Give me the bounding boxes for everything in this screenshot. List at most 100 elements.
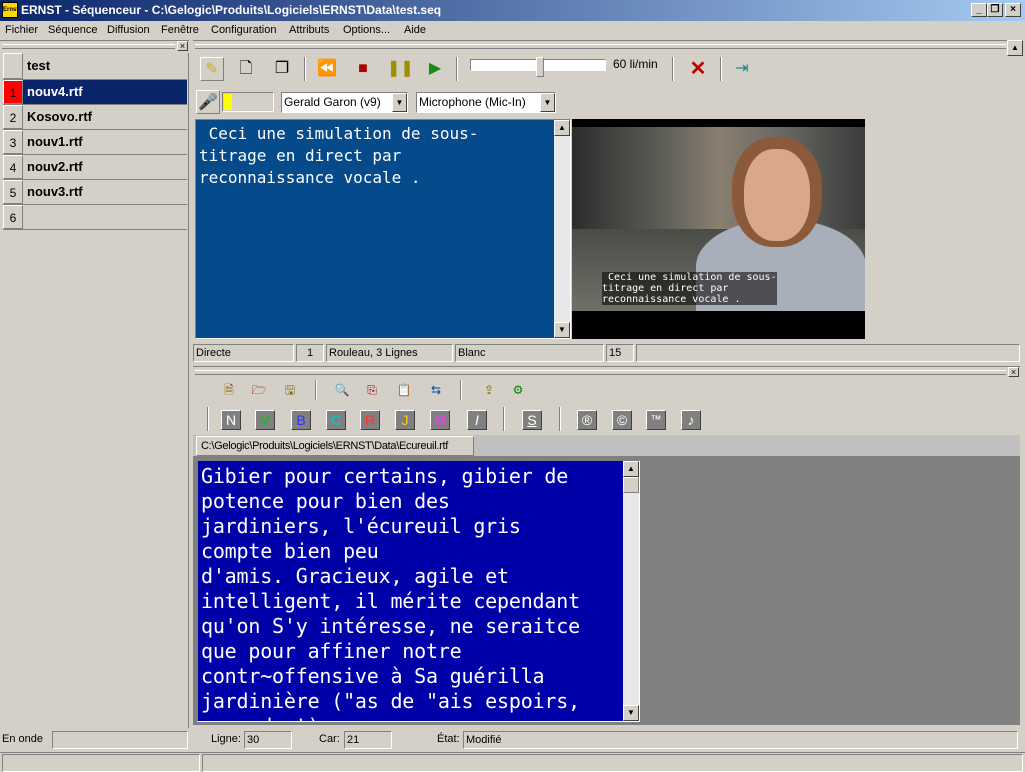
format-underline-button[interactable]: S <box>522 410 542 430</box>
pause-icon[interactable]: ❚❚ <box>387 57 414 81</box>
menu-attributs[interactable]: Attributs <box>289 24 329 36</box>
scroll-down-arrow[interactable]: ▼ <box>623 705 639 721</box>
format-yellow-button[interactable]: J <box>395 410 415 430</box>
caption-status-bar: Directe 1 Rouleau, 3 Lignes Blanc 15 <box>193 344 1020 362</box>
sequence-title: test <box>27 58 51 73</box>
format-green-button[interactable]: V <box>255 410 275 430</box>
caption-scrollbar[interactable]: ▲ ▼ <box>554 120 570 338</box>
lower-pane-header: × <box>193 366 1020 378</box>
format-magenta-button[interactable]: M <box>430 410 450 430</box>
list-item[interactable]: 2 Kosovo.rtf <box>3 105 187 130</box>
save-file-icon[interactable]: 🖫 <box>282 382 298 398</box>
close-icon[interactable]: × <box>1008 367 1019 377</box>
format-italic-button[interactable]: I <box>467 410 487 430</box>
editor-scrollbar[interactable]: ▲ ▼ <box>623 461 639 721</box>
copy-document-icon[interactable]: ❐ <box>270 57 294 81</box>
left-pane-header: × <box>0 40 189 52</box>
speed-label: 60 li/min <box>613 57 658 71</box>
registered-symbol-button[interactable]: ® <box>577 410 597 430</box>
sequence-header: test <box>3 53 187 80</box>
find-icon[interactable]: 🔍 <box>334 382 350 398</box>
new-document-icon[interactable]: 🗋 <box>234 57 258 81</box>
app-icon: Ernst <box>2 2 18 18</box>
chevron-down-icon[interactable]: ▼ <box>540 93 555 112</box>
menu-diffusion[interactable]: Diffusion <box>107 24 150 36</box>
count-status: 15 <box>606 344 634 362</box>
level-meter <box>222 92 274 112</box>
copy-icon[interactable]: ⎘ <box>364 382 380 398</box>
microphone-icon[interactable]: 🎤 <box>196 90 220 114</box>
trademark-symbol-button[interactable]: ™ <box>646 410 666 430</box>
editor-text: Gibier pour certains, gibier de potence … <box>201 464 580 721</box>
menu-options[interactable]: Options... <box>343 24 390 36</box>
sequence-list-pane: test 1 nouv4.rtf 2 Kosovo.rtf 3 nouv1.rt… <box>0 53 189 728</box>
state-value: Modifié <box>463 731 1018 749</box>
menu-fenetre[interactable]: Fenêtre <box>161 24 199 36</box>
caption-text-area[interactable]: Ceci une simulation de sous- titrage en … <box>195 119 571 339</box>
new-file-icon[interactable]: 🗎 <box>221 382 237 398</box>
format-red-button[interactable]: R <box>360 410 380 430</box>
close-icon[interactable]: × <box>177 41 188 51</box>
video-caption-overlay: Ceci une simulation de sous- titrage en … <box>602 272 777 305</box>
color-status: Blanc <box>455 344 604 362</box>
list-item[interactable]: 1 nouv4.rtf <box>3 80 187 105</box>
speaker-select[interactable]: Gerald Garon (v9) ▼ <box>281 92 408 113</box>
line-label: Ligne: <box>211 733 241 745</box>
menu-bar: Fichier Séquence Diffusion Fenêtre Confi… <box>0 21 1025 40</box>
menu-aide[interactable]: Aide <box>404 24 426 36</box>
menu-fichier[interactable]: Fichier <box>5 24 38 36</box>
restore-button[interactable]: ❐ <box>987 3 1003 17</box>
editor-text-area[interactable]: Gibier pour certains, gibier de potence … <box>197 460 640 722</box>
format-cyan-button[interactable]: C <box>326 410 346 430</box>
tab-ecureuil[interactable]: C:\Gelogic\Produits\Logiciels\ERNST\Data… <box>196 436 474 456</box>
input-select[interactable]: Microphone (Mic-In) ▼ <box>416 92 556 113</box>
scroll-up-arrow[interactable]: ▲ <box>623 461 639 477</box>
list-item[interactable]: 5 nouv3.rtf <box>3 180 187 205</box>
paste-icon[interactable]: 📋 <box>396 382 412 398</box>
scroll-up-arrow[interactable]: ▲ <box>554 120 570 136</box>
editor-container: Gibier pour certains, gibier de potence … <box>193 457 1020 725</box>
left-status-bar: En onde <box>0 730 189 750</box>
format-blue-button[interactable]: B <box>291 410 311 430</box>
play-icon[interactable]: ▶ <box>423 57 447 81</box>
cancel-icon[interactable]: ✕ <box>686 57 710 81</box>
chevron-down-icon[interactable]: ▼ <box>392 93 407 112</box>
format-normal-button[interactable]: N <box>221 410 241 430</box>
caption-text: Ceci une simulation de sous- titrage en … <box>199 124 479 187</box>
list-item[interactable]: 6 <box>3 205 187 230</box>
export-icon[interactable]: ⇪ <box>481 382 497 398</box>
minimize-button[interactable]: _ <box>971 3 987 17</box>
menu-configuration[interactable]: Configuration <box>211 24 276 36</box>
video-preview: Ceci une simulation de sous- titrage en … <box>572 119 865 339</box>
replace-icon[interactable]: ⇆ <box>428 382 444 398</box>
char-value: 21 <box>344 731 392 749</box>
settings-icon[interactable]: ⚙ <box>510 382 526 398</box>
on-air-status: En onde <box>2 733 43 745</box>
open-file-icon[interactable]: 🗁 <box>251 382 267 398</box>
close-button[interactable]: × <box>1005 3 1021 17</box>
editor-status-bar: Ligne: 30 Car: 21 État: Modifié <box>193 730 1020 750</box>
rewind-icon[interactable]: ⏪ <box>315 57 339 81</box>
state-label: État: <box>437 733 460 745</box>
scroll-up-arrow[interactable]: ▲ <box>1007 40 1023 56</box>
title-bar: Ernst ERNST - Séquenceur - C:\Gelogic\Pr… <box>0 0 1025 21</box>
music-note-button[interactable]: ♪ <box>681 410 701 430</box>
window-title: ERNST - Séquenceur - C:\Gelogic\Produits… <box>21 3 442 17</box>
list-item[interactable]: 3 nouv1.rtf <box>3 130 187 155</box>
exit-icon[interactable]: ⇥ <box>730 57 754 81</box>
pen-icon[interactable]: ✎ <box>200 57 224 81</box>
slider-thumb[interactable] <box>536 57 544 77</box>
scroll-down-arrow[interactable]: ▼ <box>554 322 570 338</box>
menu-sequence[interactable]: Séquence <box>48 24 98 36</box>
line-count-status: 1 <box>296 344 324 362</box>
char-label: Car: <box>319 733 340 745</box>
speed-slider[interactable] <box>470 57 606 81</box>
editor-tab-bar: C:\Gelogic\Produits\Logiciels\ERNST\Data… <box>193 435 1020 457</box>
line-value: 30 <box>244 731 292 749</box>
upper-pane-header: × <box>193 40 1020 52</box>
copyright-symbol-button[interactable]: © <box>612 410 632 430</box>
window-status-strip <box>0 752 1025 772</box>
stop-icon[interactable]: ■ <box>351 57 375 81</box>
scrollbar-thumb[interactable] <box>623 477 639 493</box>
list-item[interactable]: 4 nouv2.rtf <box>3 155 187 180</box>
